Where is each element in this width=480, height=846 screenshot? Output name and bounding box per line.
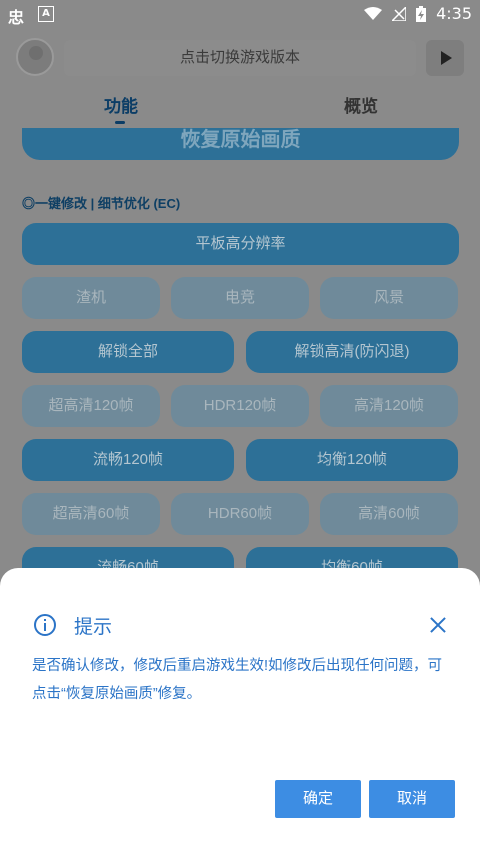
hdr-60-button[interactable]: HDR60帧 [171, 493, 309, 535]
dialog-message: 是否确认修改，修改后重启游戏生效!如修改后出现任何问题，可点击“恢复原始画质”修… [32, 658, 443, 702]
tab-overview[interactable]: 概览 [344, 92, 378, 117]
switch-version-button[interactable]: 点击切换游戏版本 [64, 40, 416, 76]
ultra-hd-60-button[interactable]: 超高清60帧 [22, 493, 160, 535]
a-badge-icon: A [38, 6, 54, 22]
top-header: 点击切换游戏版本 [0, 28, 480, 88]
smooth-120-button[interactable]: 流畅120帧 [22, 439, 234, 481]
tab-function[interactable]: 功能 [104, 92, 138, 117]
tablet-hd-button[interactable]: 平板高分辨率 [22, 223, 459, 265]
battery-charging-icon [416, 5, 427, 22]
status-bar: 忠 A 4:35 [0, 0, 480, 28]
app-icon: 忠 [8, 8, 25, 27]
close-icon[interactable] [429, 616, 447, 634]
confirm-dialog: 提示 是否确认修改，修改后重启游戏生效!如修改后出现任何问题，可点击“恢复原始画… [0, 568, 480, 846]
confirm-button[interactable]: 确定 [275, 780, 361, 818]
restore-original-button[interactable]: 恢复原始画质 [22, 128, 459, 160]
dialog-title: 提示 [74, 617, 113, 638]
esports-button[interactable]: 电竞 [171, 277, 309, 319]
info-icon [34, 614, 56, 636]
tab-bar: 功能 概览 [0, 92, 480, 126]
section-label: ◎一键修改 | 细节优化 (EC) [22, 196, 181, 211]
wifi-icon [364, 6, 383, 20]
hd-120-button[interactable]: 高清120帧 [320, 385, 458, 427]
active-tab-indicator [115, 121, 125, 124]
play-button[interactable] [426, 40, 464, 76]
scenery-button[interactable]: 风景 [320, 277, 458, 319]
scum-button[interactable]: 渣机 [22, 277, 160, 319]
ultra-hd-120-button[interactable]: 超高清120帧 [22, 385, 160, 427]
hd-60-button[interactable]: 高清60帧 [320, 493, 458, 535]
hdr-120-button[interactable]: HDR120帧 [171, 385, 309, 427]
cancel-button[interactable]: 取消 [369, 780, 455, 818]
avatar[interactable] [16, 38, 54, 76]
balanced-120-button[interactable]: 均衡120帧 [246, 439, 458, 481]
status-time: 4:35 [436, 4, 472, 23]
signal-off-icon [392, 6, 407, 21]
unlock-hd-button[interactable]: 解锁高清(防闪退) [246, 331, 458, 373]
unlock-all-button[interactable]: 解锁全部 [22, 331, 234, 373]
